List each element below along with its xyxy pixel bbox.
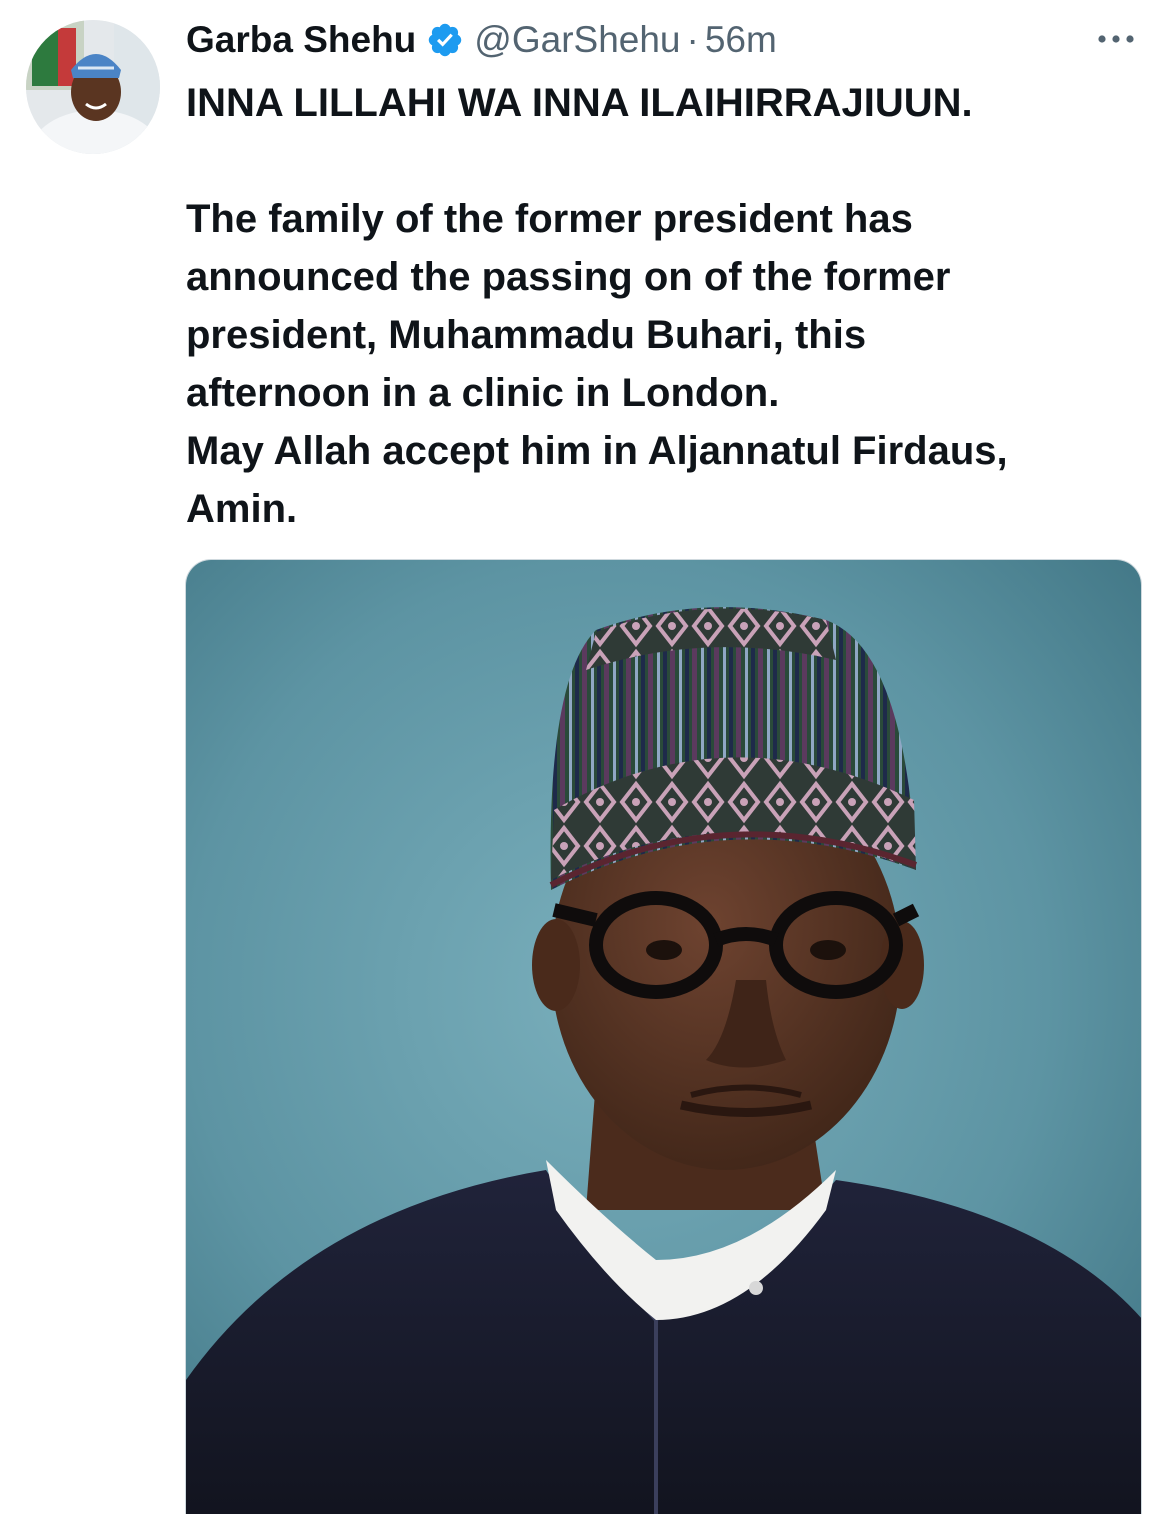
tweet-text-line: INNA LILLAHI WA INNA ILAIHIRRAJIUUN. <box>186 81 973 125</box>
tweet-timestamp[interactable]: 56m <box>705 19 777 61</box>
portrait-photo <box>186 560 1141 1514</box>
verified-badge-icon <box>426 21 464 59</box>
author-name[interactable]: Garba Shehu <box>186 19 416 61</box>
tweet-header: Garba Shehu @GarShehu · 56m <box>186 14 777 66</box>
author-handle[interactable]: @GarShehu <box>474 19 680 61</box>
tweet-text-line: May Allah accept him in Aljannatul Firda… <box>186 429 1008 473</box>
separator-dot: · <box>686 19 699 60</box>
tweet-photo[interactable] <box>185 559 1142 1514</box>
tweet-text-line: president, Muhammadu Buhari, this <box>186 313 867 357</box>
tweet-text-line: afternoon in a clinic in London. <box>186 371 780 415</box>
tweet-text-line: announced the passing on of the former <box>186 255 951 299</box>
tweet-text: INNA LILLAHI WA INNA ILAIHIRRAJIUUN. The… <box>186 74 1146 538</box>
tweet-text-blank-line <box>186 132 1146 190</box>
more-options-icon[interactable] <box>1092 30 1140 48</box>
tweet-text-line: Amin. <box>186 487 298 531</box>
tweet-text-line: The family of the former president has <box>186 197 913 241</box>
author-avatar[interactable] <box>26 20 160 154</box>
tweet[interactable]: Garba Shehu @GarShehu · 56m INNA LILLAHI… <box>0 0 1170 1514</box>
